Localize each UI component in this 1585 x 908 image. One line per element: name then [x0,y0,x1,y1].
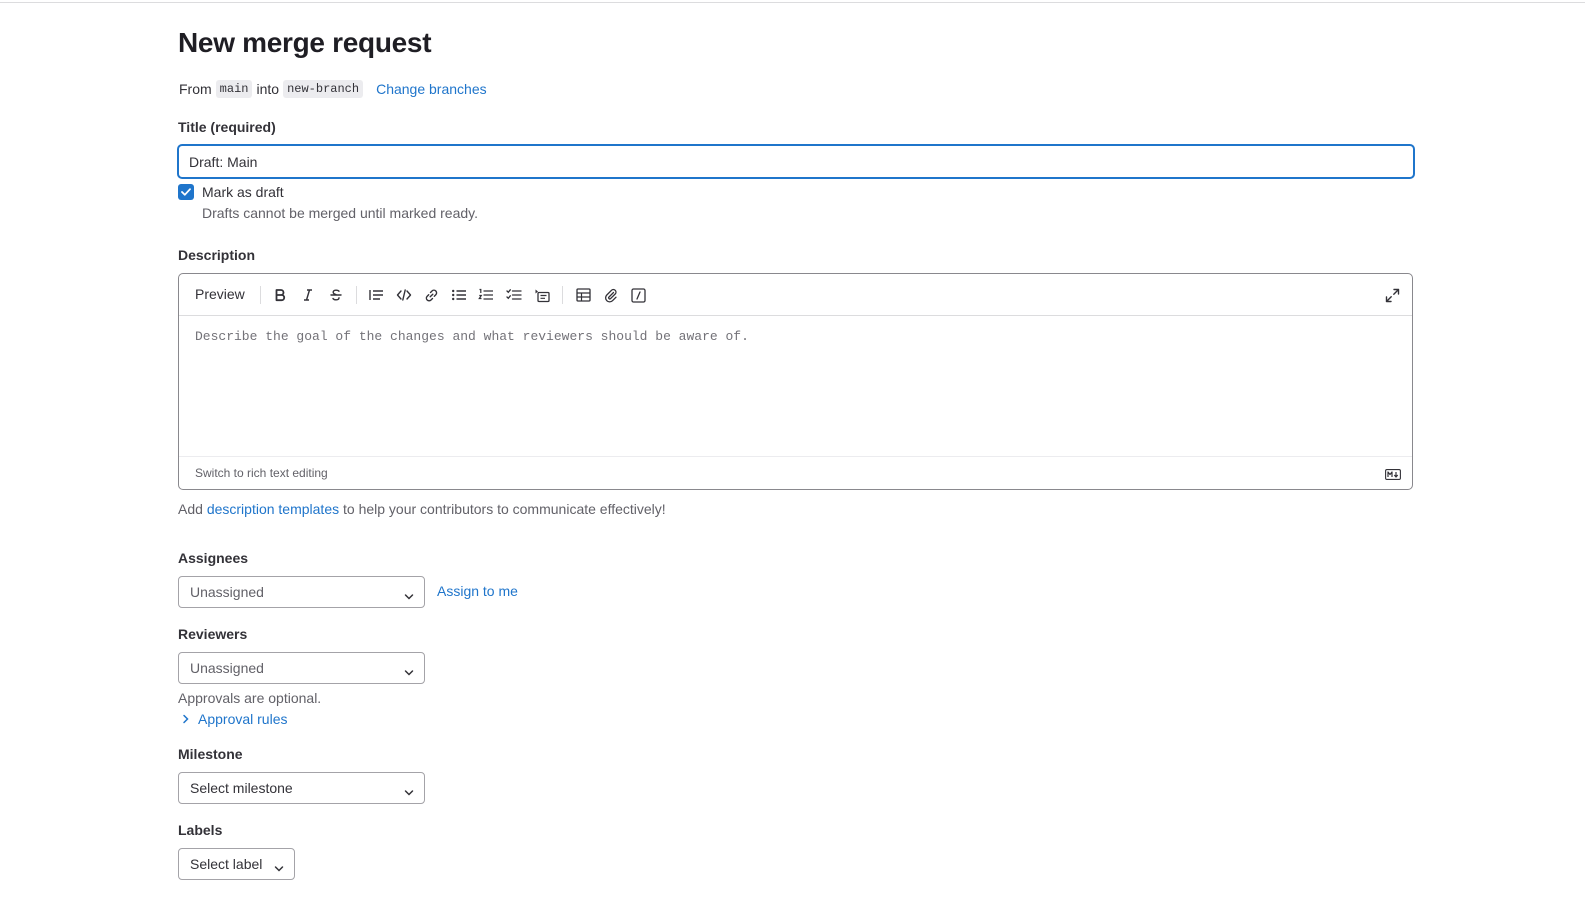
title-label: Title (required) [178,119,276,135]
source-branch: main [215,80,253,98]
labels-dropdown[interactable]: Select label [178,848,295,880]
from-label: From [179,81,212,97]
strikethrough-icon[interactable] [326,285,346,305]
chevron-down-icon [404,664,414,680]
draft-checkbox[interactable] [178,184,194,200]
editor-toolbar: Preview [179,274,1412,316]
description-textarea[interactable] [179,316,1412,456]
reviewers-label: Reviewers [178,626,248,642]
top-divider [0,2,1585,3]
quick-actions-icon[interactable] [628,285,648,305]
code-icon[interactable] [394,285,414,305]
chevron-right-icon [183,714,189,724]
toolbar-divider [562,286,563,304]
fullscreen-icon[interactable] [1382,285,1402,305]
chevron-down-icon [404,588,414,604]
markdown-editor: Preview Describe the goal of the changes… [178,273,1413,490]
approval-rules-link[interactable]: Approval rules [198,711,288,727]
assignees-value: Unassigned [190,584,264,600]
quote-icon[interactable] [366,285,386,305]
collapsible-section-icon[interactable] [532,285,552,305]
assignees-dropdown[interactable]: Unassigned [178,576,425,608]
milestone-value: Select milestone [190,780,293,796]
assignees-label: Assignees [178,550,249,566]
change-branches-link[interactable]: Change branches [376,81,487,97]
milestone-label: Milestone [178,746,243,762]
templates-note: Add description templates to help your c… [178,501,666,517]
draft-label: Mark as draft [202,184,284,200]
toolbar-divider [260,286,261,304]
bold-icon[interactable] [270,285,290,305]
milestone-dropdown[interactable]: Select milestone [178,772,425,804]
assign-to-me-link[interactable]: Assign to me [437,583,518,599]
page-title: New merge request [178,27,432,58]
numbered-list-icon[interactable] [476,285,496,305]
italic-icon[interactable] [298,285,318,305]
description-label: Description [178,247,256,263]
reviewers-dropdown[interactable]: Unassigned [178,652,425,684]
markdown-icon [1385,467,1401,485]
draft-help-text: Drafts cannot be merged until marked rea… [202,205,478,221]
approvals-note: Approvals are optional. [178,690,322,706]
branch-info: From main into new-branch Change branche… [179,80,487,98]
labels-label: Labels [178,822,223,838]
preview-tab[interactable]: Preview [195,286,245,302]
templates-note-prefix: Add [178,501,203,517]
reviewers-value: Unassigned [190,660,264,676]
task-list-icon[interactable] [504,285,524,305]
labels-value: Select label [190,856,263,872]
chevron-down-icon [274,860,284,876]
toolbar-divider [356,286,357,304]
editor-footer: Switch to rich text editing [179,456,1412,489]
rich-text-switch[interactable]: Switch to rich text editing [195,466,328,480]
target-branch: new-branch [283,80,364,98]
description-templates-link[interactable]: description templates [207,501,339,517]
draft-toggle[interactable]: Mark as draft [178,184,284,200]
attach-file-icon[interactable] [601,285,621,305]
chevron-down-icon [404,784,414,800]
link-icon[interactable] [421,285,441,305]
title-input[interactable] [178,145,1414,178]
bulleted-list-icon[interactable] [449,285,469,305]
templates-note-suffix: to help your contributors to communicate… [343,501,666,517]
into-label: into [256,81,280,97]
approval-rules-toggle[interactable]: Approval rules [182,711,288,727]
table-icon[interactable] [573,285,593,305]
